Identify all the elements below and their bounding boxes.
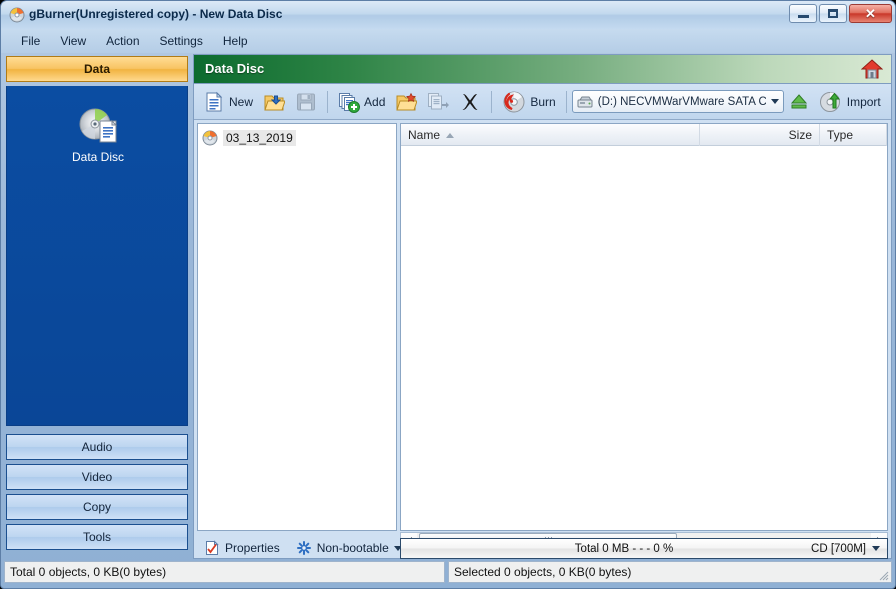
drive-select[interactable]: (D:) NECVMWarVMware SATA CD0: xyxy=(571,90,784,113)
panel-bottom-bar: Properties Non-bootable Total 0 MB - - -… xyxy=(194,536,891,560)
import-disc-icon xyxy=(819,90,843,114)
open-folder-icon xyxy=(263,91,286,113)
toolbar: New Add Burn (D:) NECVMWarVMware SATA Im… xyxy=(194,84,891,120)
title-bar: gBurner(Unregistered copy) - New Data Di… xyxy=(1,1,895,29)
menu-item-help[interactable]: Help xyxy=(213,31,258,51)
window-title: gBurner(Unregistered copy) - New Data Di… xyxy=(29,7,283,21)
new-folder-button[interactable] xyxy=(390,87,422,117)
resize-grip[interactable] xyxy=(877,569,889,581)
new-button-label: New xyxy=(229,94,254,109)
properties-icon xyxy=(204,540,220,556)
sidebar-tabs-bottom: Audio Video Copy Tools xyxy=(6,434,188,554)
delete-x-icon xyxy=(459,91,481,113)
sidebar-tab-video[interactable]: Video xyxy=(6,464,188,490)
import-button-label: Import xyxy=(846,94,881,109)
toolbar-separator xyxy=(327,90,329,113)
file-list-body[interactable] xyxy=(401,146,887,509)
menu-item-action[interactable]: Action xyxy=(96,31,149,51)
burn-button[interactable]: Burn xyxy=(497,87,560,117)
tree-root-node[interactable]: 03_13_2019 xyxy=(202,128,393,148)
properties-button[interactable]: Properties xyxy=(198,537,286,559)
minimize-button[interactable] xyxy=(789,4,817,23)
bootable-select[interactable]: Non-bootable xyxy=(290,537,408,559)
status-selected-label: Selected 0 objects, 0 KB(0 bytes) xyxy=(454,565,632,579)
column-header-name-label: Name xyxy=(408,128,441,142)
sidebar-tab-data[interactable]: Data xyxy=(6,56,188,82)
eject-button[interactable] xyxy=(784,87,814,117)
status-bar: Total 0 objects, 0 KB(0 bytes) Selected … xyxy=(4,561,894,583)
disc-project-icon xyxy=(202,130,218,146)
sidebar-tab-audio[interactable]: Audio xyxy=(6,434,188,460)
sidebar: Data Data Disc Audio Video Copy Tools xyxy=(6,56,188,559)
new-button[interactable]: New xyxy=(198,87,258,117)
extract-copy-icon xyxy=(427,91,450,113)
sort-ascending-icon xyxy=(446,132,455,138)
toolbar-separator-2 xyxy=(491,90,493,113)
file-list[interactable]: Name Size Type xyxy=(400,123,888,531)
sidebar-tab-copy[interactable]: Copy xyxy=(6,494,188,520)
sidebar-content-panel: Data Disc xyxy=(6,86,188,426)
save-floppy-icon xyxy=(295,91,317,113)
column-header-size[interactable]: Size xyxy=(700,124,820,146)
bootable-label: Non-bootable xyxy=(316,541,389,555)
window-controls: ✕ xyxy=(789,4,892,23)
sidebar-item-data-disc[interactable]: Data Disc xyxy=(7,106,189,164)
project-tree[interactable]: 03_13_2019 xyxy=(197,123,397,531)
column-header-type[interactable]: Type xyxy=(820,124,887,146)
open-button[interactable] xyxy=(258,87,290,117)
menu-item-settings[interactable]: Settings xyxy=(150,31,213,51)
burn-disc-icon xyxy=(502,90,526,114)
extract-button[interactable] xyxy=(422,87,454,117)
add-button[interactable]: Add xyxy=(333,87,390,117)
import-button[interactable]: Import xyxy=(814,87,886,117)
drive-select-value: (D:) NECVMWarVMware SATA CD0: xyxy=(597,95,766,108)
column-header-name[interactable]: Name xyxy=(401,124,700,146)
media-select[interactable]: CD [700M] xyxy=(811,543,887,555)
file-list-header: Name Size Type xyxy=(401,124,887,146)
toolbar-separator-3 xyxy=(565,90,567,113)
maximize-button[interactable] xyxy=(819,4,847,23)
chevron-down-icon xyxy=(770,99,779,104)
bootable-icon xyxy=(296,540,312,556)
panel-banner: Data Disc xyxy=(194,55,891,84)
home-icon[interactable] xyxy=(861,58,883,80)
status-total: Total 0 objects, 0 KB(0 bytes) xyxy=(4,561,445,583)
data-disc-icon xyxy=(76,106,120,146)
add-files-icon xyxy=(338,91,361,113)
media-select-value: CD [700M] xyxy=(811,542,866,555)
menu-item-file[interactable]: File xyxy=(11,31,50,51)
add-button-label: Add xyxy=(364,94,386,109)
column-header-size-label: Size xyxy=(788,128,812,142)
close-button[interactable]: ✕ xyxy=(849,4,892,23)
new-folder-icon xyxy=(395,91,418,113)
save-button[interactable] xyxy=(290,87,322,117)
burn-button-label: Burn xyxy=(530,94,556,109)
menu-bar: File View Action Settings Help xyxy=(1,29,895,53)
capacity-text: Total 0 MB - - - 0 % xyxy=(574,542,674,555)
drive-icon xyxy=(577,95,593,109)
eject-icon xyxy=(789,92,809,112)
main-panel: Data Disc New Add Burn (D:) NECVMWarVMwa… xyxy=(193,54,892,559)
column-header-type-label: Type xyxy=(827,128,854,142)
properties-label: Properties xyxy=(225,541,280,555)
status-selected: Selected 0 objects, 0 KB(0 bytes) xyxy=(448,561,892,583)
sidebar-item-label: Data Disc xyxy=(71,150,124,164)
tree-root-label: 03_13_2019 xyxy=(223,130,296,146)
sidebar-tab-tools[interactable]: Tools xyxy=(6,524,188,550)
capacity-bar: Total 0 MB - - - 0 % CD [700M] xyxy=(400,538,888,559)
gburner-disc-icon xyxy=(9,7,25,23)
new-document-icon xyxy=(203,91,225,113)
menu-item-view[interactable]: View xyxy=(50,31,96,51)
application-window: gBurner(Unregistered copy) - New Data Di… xyxy=(0,0,896,589)
chevron-down-icon xyxy=(872,546,880,551)
panel-title: Data Disc xyxy=(205,61,265,76)
delete-button[interactable] xyxy=(454,87,486,117)
